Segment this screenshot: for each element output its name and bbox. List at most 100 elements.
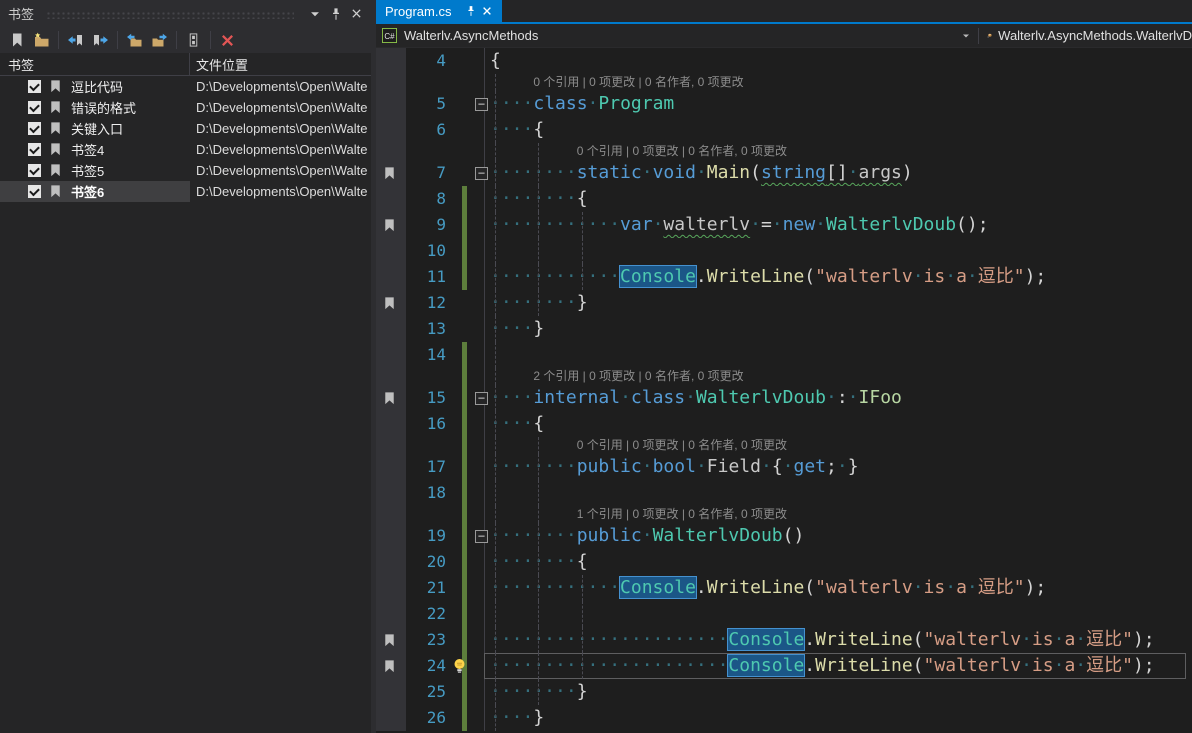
tab-close-button[interactable]: [481, 5, 493, 17]
bookmark-checkbox[interactable]: [28, 143, 41, 156]
bookmark-checkbox[interactable]: [28, 80, 41, 93]
change-bar: [456, 454, 468, 480]
code-token: .: [804, 629, 815, 650]
bookmark-checkbox[interactable]: [28, 164, 41, 177]
code-line: 12········}: [376, 290, 1192, 316]
collapse-toggle[interactable]: −: [475, 530, 488, 543]
bookmark-row[interactable]: 逗比代码D:\Developments\Open\Walte: [0, 76, 371, 97]
code-token: Main: [707, 162, 750, 183]
code-token: (: [804, 266, 815, 287]
outlining-margin: [468, 601, 490, 627]
codelens-text[interactable]: 0 个引用 | 0 项更改 | 0 名作者, 0 项更改: [577, 437, 787, 454]
bookmark-row[interactable]: 错误的格式D:\Developments\Open\Walte: [0, 97, 371, 118]
tab-pin-button[interactable]: [465, 5, 477, 17]
code-token: }: [533, 318, 544, 339]
indent-guide: [495, 143, 496, 160]
bookmark-row[interactable]: 书签6D:\Developments\Open\Walte: [0, 181, 371, 202]
code-area[interactable]: 4{0 个引用 | 0 项更改 | 0 名作者, 0 项更改5−····clas…: [376, 48, 1192, 731]
previous-bookmark-in-folder-button[interactable]: [123, 29, 146, 51]
panel-drag-grip[interactable]: [46, 11, 294, 19]
glyph-margin: [376, 480, 406, 506]
bookmark-flag-icon: [48, 121, 63, 136]
outlining-margin: −: [468, 385, 490, 411]
toggle-all-bookmarks-button[interactable]: [182, 29, 205, 51]
bookmark-row[interactable]: 书签4D:\Developments\Open\Walte: [0, 139, 371, 160]
code-text-cell: ······················Console.WriteLine(…: [490, 653, 1192, 679]
code-token: }: [533, 707, 544, 728]
collapse-toggle[interactable]: −: [475, 392, 488, 405]
codelens-row[interactable]: 0 个引用 | 0 项更改 | 0 名作者, 0 项更改: [376, 437, 1192, 454]
line-number: [406, 437, 456, 454]
outlining-margin: [468, 679, 490, 705]
bookmark-checkbox[interactable]: [28, 101, 41, 114]
bookmark-label: 书签6: [71, 182, 104, 201]
code-token: {: [577, 188, 588, 209]
codelens-row[interactable]: 1 个引用 | 0 项更改 | 0 名作者, 0 项更改: [376, 506, 1192, 523]
codelens-text[interactable]: 2 个引用 | 0 项更改 | 0 名作者, 0 项更改: [533, 368, 743, 385]
code-token: .: [696, 266, 707, 287]
project-dropdown[interactable]: C# Walterlv.AsyncMethods: [376, 28, 978, 43]
glyph-margin: [376, 186, 406, 212]
codelens-text[interactable]: 1 个引用 | 0 项更改 | 0 名作者, 0 项更改: [577, 506, 787, 523]
codelens-row[interactable]: 0 个引用 | 0 项更改 | 0 名作者, 0 项更改: [376, 143, 1192, 160]
bookmark-checkbox[interactable]: [28, 122, 41, 135]
codelens-row[interactable]: 0 个引用 | 0 项更改 | 0 名作者, 0 项更改: [376, 74, 1192, 91]
type-dropdown[interactable]: Walterlv.AsyncMethods.WalterlvD: [979, 28, 1192, 43]
codelens-text-cell: 0 个引用 | 0 项更改 | 0 名作者, 0 项更改: [490, 74, 1192, 91]
line-number: 12: [406, 290, 456, 316]
code-token: (: [913, 629, 924, 650]
indent-whitespace: ········: [490, 162, 577, 183]
codelens-row[interactable]: 2 个引用 | 0 项更改 | 0 名作者, 0 项更改: [376, 368, 1192, 385]
outlining-margin: [468, 705, 490, 731]
indent-guide: [538, 238, 539, 264]
bookmark-flag-icon: [48, 100, 63, 115]
toggle-bookmark-button[interactable]: [5, 29, 28, 51]
collapse-toggle[interactable]: −: [475, 167, 488, 180]
codelens-text[interactable]: 0 个引用 | 0 项更改 | 0 名作者, 0 项更改: [577, 143, 787, 160]
bookmark-glyph-icon: [382, 633, 397, 648]
indent-guide: [495, 601, 496, 627]
line-number: 16: [406, 411, 456, 437]
window-options-button[interactable]: [304, 3, 325, 24]
tab-program-cs[interactable]: Program.cs: [376, 0, 502, 22]
code-token: .: [696, 577, 707, 598]
bookmark-checkbox[interactable]: [28, 185, 41, 198]
outlining-margin: [468, 290, 490, 316]
indent-guide: [582, 601, 583, 627]
bookmark-row[interactable]: 书签5D:\Developments\Open\Walte: [0, 160, 371, 181]
class-icon: [987, 28, 992, 43]
outlining-margin: [468, 653, 490, 679]
new-bookmark-folder-button[interactable]: [30, 29, 53, 51]
column-header-location[interactable]: 文件位置: [190, 53, 248, 75]
indent-whitespace: ····: [490, 119, 533, 140]
pin-button[interactable]: [325, 3, 346, 24]
code-token: internal·class·: [533, 387, 696, 408]
bookmarks-toolbar: [0, 27, 371, 53]
close-panel-button[interactable]: [346, 3, 367, 24]
codelens-text[interactable]: 0 个引用 | 0 项更改 | 0 名作者, 0 项更改: [533, 74, 743, 91]
bookmark-cell: 书签6: [0, 181, 190, 202]
bookmark-flag-icon: [48, 142, 63, 157]
panel-title-bar[interactable]: 书签: [0, 0, 371, 27]
collapse-toggle[interactable]: −: [475, 98, 488, 111]
change-bar: [456, 186, 468, 212]
previous-bookmark-button[interactable]: [64, 29, 87, 51]
bookmark-glyph-icon: [382, 166, 397, 181]
indent-whitespace: ········: [490, 525, 577, 546]
svg-text:C#: C#: [384, 32, 395, 41]
code-token: (: [804, 577, 815, 598]
line-number: [406, 368, 456, 385]
bookmark-path: D:\Developments\Open\Walte: [190, 118, 371, 139]
code-token: }: [577, 292, 588, 313]
code-line: 10: [376, 238, 1192, 264]
line-number: 24: [406, 653, 456, 679]
bookmark-glyph-icon: [382, 659, 397, 674]
bookmark-row[interactable]: 关键入口D:\Developments\Open\Walte: [0, 118, 371, 139]
next-bookmark-in-folder-button[interactable]: [148, 29, 171, 51]
next-bookmark-button[interactable]: [89, 29, 112, 51]
glyph-margin: [376, 143, 406, 160]
code-text-cell: ············Console.WriteLine("walterlv·…: [490, 264, 1192, 290]
column-header-bookmark[interactable]: 书签: [0, 53, 190, 75]
delete-bookmark-button[interactable]: [216, 29, 239, 51]
bookmarks-panel: 书签 书签 文件位置 逗比代码D:\Developments\Open\Walt…: [0, 0, 371, 733]
